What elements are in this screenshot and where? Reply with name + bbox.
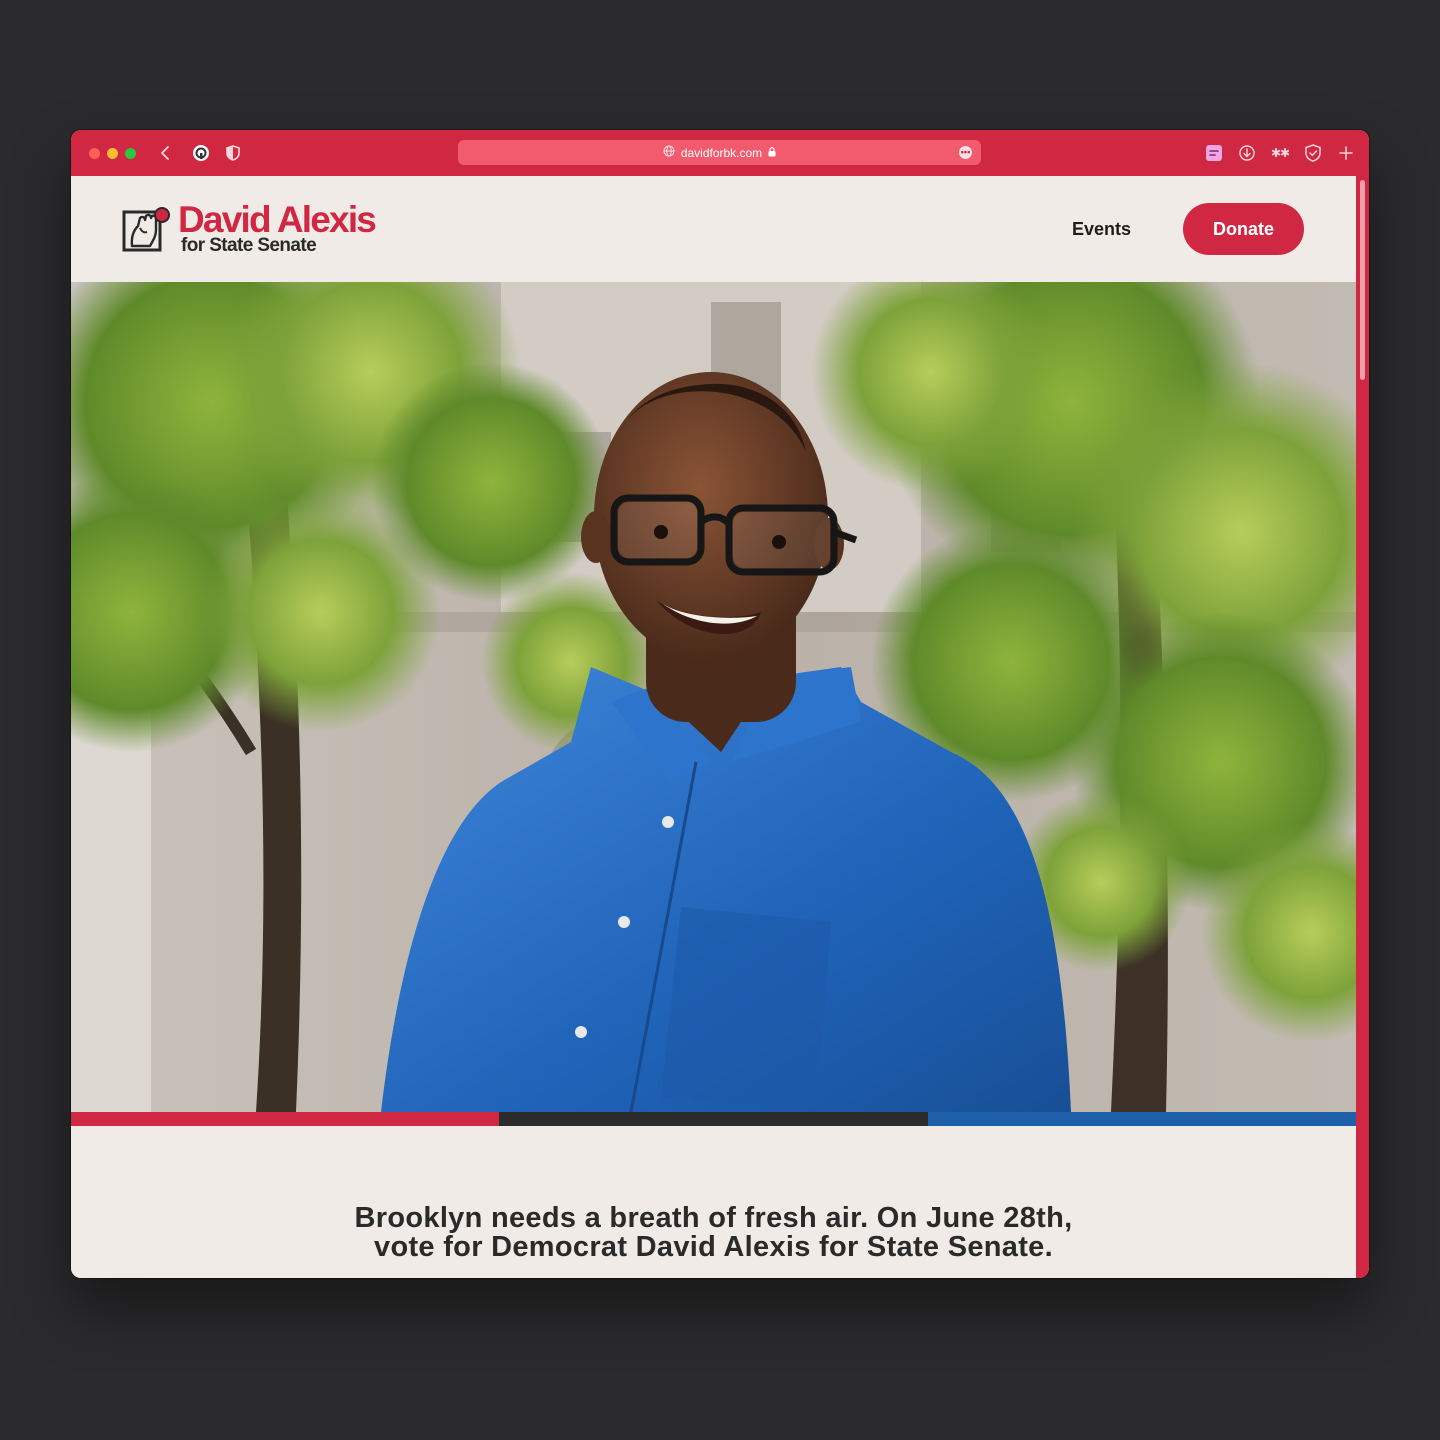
stripe-red (71, 1112, 500, 1126)
tagline-line-1: Brooklyn needs a breath of fresh air. On… (354, 1202, 1073, 1234)
candidate-portrait-image (71, 282, 1356, 1112)
site-header: David Alexis for State Senate Events Don… (71, 176, 1356, 282)
download-icon[interactable] (1237, 143, 1257, 163)
ad-block-shield-icon[interactable] (1303, 143, 1323, 163)
extension-icon[interactable] (191, 143, 211, 163)
address-bar[interactable]: davidforbk.com ••• (458, 140, 981, 165)
browser-window: davidforbk.com ••• ✱✱ David Alexis for S… (71, 130, 1369, 1278)
back-chevron-icon[interactable] (157, 143, 173, 163)
more-options-icon[interactable]: ••• (959, 146, 972, 159)
passwords-icon[interactable]: ✱✱ (1270, 143, 1290, 163)
scrollbar[interactable] (1356, 176, 1369, 1278)
url-text: davidforbk.com (680, 145, 763, 160)
close-window-button[interactable] (89, 148, 100, 159)
logo-subtitle[interactable]: for State Senate (181, 234, 317, 258)
fist-logo-icon[interactable] (122, 206, 170, 254)
globe-icon (663, 145, 675, 160)
nav-events-link[interactable]: Events (1072, 217, 1131, 241)
stripe-dark (499, 1112, 928, 1126)
donate-button[interactable]: Donate (1183, 203, 1304, 255)
color-stripes (71, 1112, 1356, 1126)
extension-badge-icon[interactable] (1204, 143, 1224, 163)
zoom-window-button[interactable] (125, 148, 136, 159)
hero-photo (71, 282, 1356, 1112)
shield-icon[interactable] (225, 143, 241, 163)
browser-toolbar: davidforbk.com ••• ✱✱ (71, 130, 1369, 176)
stripe-blue (927, 1112, 1356, 1126)
scrollbar-thumb[interactable] (1360, 180, 1365, 380)
minimize-window-button[interactable] (107, 148, 118, 159)
campaign-tagline: Brooklyn needs a breath of fresh air. On… (71, 1204, 1356, 1262)
tagline-line-2: vote for Democrat David Alexis for State… (374, 1231, 1053, 1263)
new-tab-plus-icon[interactable] (1336, 143, 1356, 163)
lock-icon (768, 146, 776, 160)
web-page: David Alexis for State Senate Events Don… (71, 176, 1356, 1278)
